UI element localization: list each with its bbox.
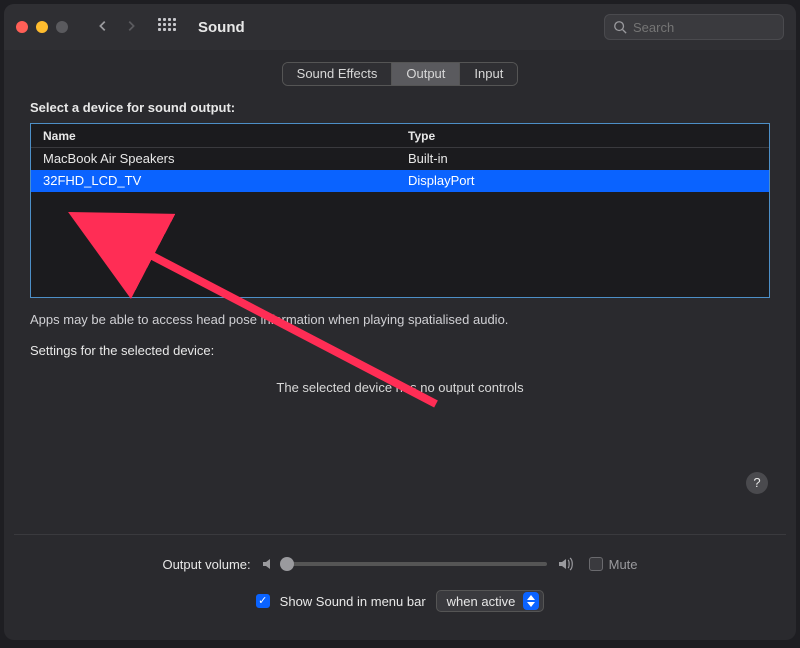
show-in-menubar-label: Show Sound in menu bar <box>280 594 426 609</box>
window-title: Sound <box>198 19 245 36</box>
search-field[interactable] <box>604 14 784 40</box>
back-button[interactable] <box>96 19 110 36</box>
window-controls <box>16 21 68 33</box>
menubar-row: Show Sound in menu bar when active <box>4 590 796 612</box>
device-name: 32FHD_LCD_TV <box>43 170 408 192</box>
tab-output[interactable]: Output <box>391 63 459 85</box>
menubar-when-select[interactable]: when active <box>436 590 545 612</box>
tabs-container: Sound Effects Output Input <box>4 62 796 86</box>
device-name: MacBook Air Speakers <box>43 148 408 170</box>
titlebar: Sound <box>4 4 796 50</box>
no-output-controls: The selected device has no output contro… <box>30 380 770 395</box>
device-type: Built-in <box>408 148 769 170</box>
output-volume-row: Output volume: Mute <box>4 556 796 572</box>
spatial-audio-hint: Apps may be able to access head pose inf… <box>30 312 770 327</box>
close-button[interactable] <box>16 21 28 33</box>
help-button[interactable]: ? <box>746 472 768 494</box>
search-icon <box>613 19 627 35</box>
mute-control[interactable]: Mute <box>589 557 638 572</box>
show-in-menubar-checkbox[interactable] <box>256 594 270 608</box>
device-list-header: Name Type <box>31 124 769 148</box>
mute-checkbox[interactable] <box>589 557 603 571</box>
output-volume-label: Output volume: <box>162 557 250 572</box>
select-value: when active <box>447 594 516 609</box>
tab-input[interactable]: Input <box>459 63 517 85</box>
volume-high-icon <box>557 556 573 572</box>
tab-sound-effects[interactable]: Sound Effects <box>283 63 392 85</box>
volume-slider[interactable] <box>287 562 547 566</box>
volume-thumb[interactable] <box>280 557 294 571</box>
all-prefs-icon[interactable] <box>158 18 176 36</box>
content: Select a device for sound output: Name T… <box>4 86 796 395</box>
column-header-name[interactable]: Name <box>43 124 408 147</box>
divider <box>14 534 786 535</box>
search-input[interactable] <box>633 20 775 35</box>
nav-buttons <box>96 19 138 36</box>
minimize-button[interactable] <box>36 21 48 33</box>
device-row[interactable]: MacBook Air Speakers Built-in <box>31 148 769 170</box>
mute-label: Mute <box>609 557 638 572</box>
device-type: DisplayPort <box>408 170 769 192</box>
tabs: Sound Effects Output Input <box>282 62 519 86</box>
device-row[interactable]: 32FHD_LCD_TV DisplayPort <box>31 170 769 192</box>
settings-for-device-label: Settings for the selected device: <box>30 343 770 358</box>
volume-low-icon <box>261 556 277 572</box>
device-list[interactable]: Name Type MacBook Air Speakers Built-in … <box>30 123 770 298</box>
forward-button[interactable] <box>124 19 138 36</box>
select-device-label: Select a device for sound output: <box>30 100 770 115</box>
maximize-button[interactable] <box>56 21 68 33</box>
stepper-icon <box>523 592 539 610</box>
column-header-type[interactable]: Type <box>408 124 769 147</box>
